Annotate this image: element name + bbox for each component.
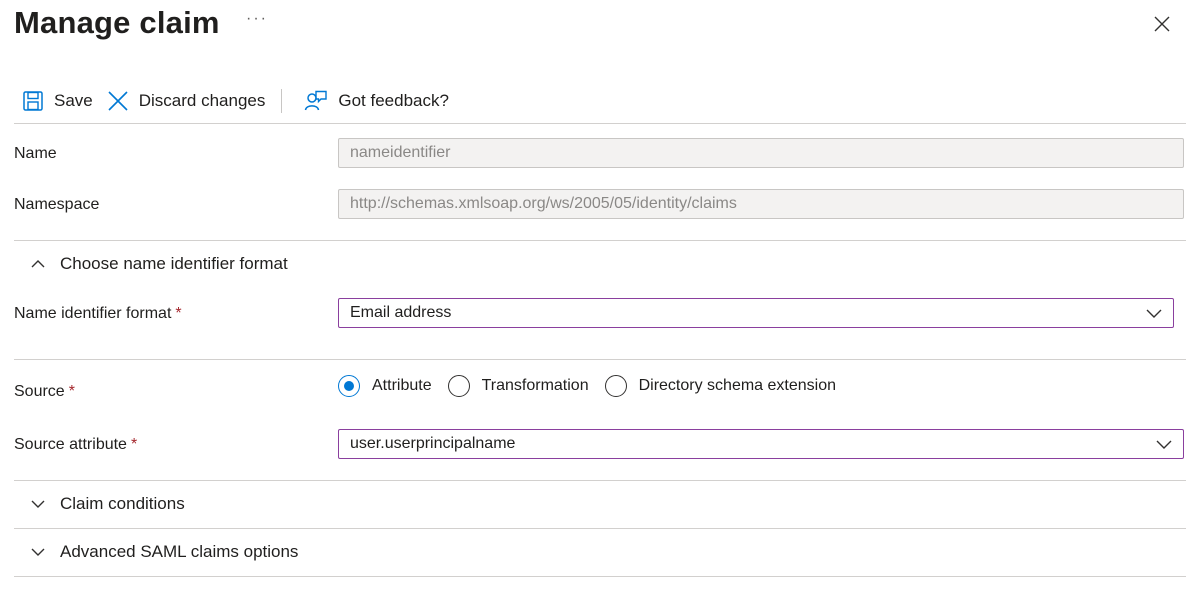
source-radio-directory-schema-extension[interactable]: Directory schema extension	[604, 375, 837, 397]
claim-conditions-section-toggle[interactable]: Claim conditions	[30, 494, 185, 514]
required-mark: *	[175, 305, 182, 322]
divider	[14, 480, 1186, 481]
radio-label: Directory schema extension	[638, 377, 837, 394]
name-label: Name	[14, 145, 57, 162]
page-title: Manage claim	[14, 5, 220, 40]
panel-header: Manage claim ···	[14, 0, 1186, 56]
save-button[interactable]: Save	[14, 84, 99, 118]
radio-unchecked-icon	[447, 375, 470, 397]
name-identifier-format-section-toggle[interactable]: Choose name identifier format	[30, 254, 288, 274]
chevron-down-icon	[31, 500, 45, 508]
divider	[14, 123, 1186, 124]
required-mark: *	[130, 436, 138, 453]
label-text: Source attribute	[14, 436, 127, 453]
source-label: Source *	[14, 383, 75, 401]
discard-changes-button[interactable]: Discard changes	[99, 84, 272, 118]
section-label: Claim conditions	[60, 494, 185, 513]
chevron-down-icon	[1156, 440, 1172, 449]
command-bar: Save Discard changes Got feedback?	[14, 84, 1186, 118]
label-text: Source	[14, 383, 65, 400]
divider	[14, 528, 1186, 529]
more-options-button[interactable]: ···	[246, 10, 268, 28]
name-identifier-format-label: Name identifier format *	[14, 305, 182, 323]
selected-value: Email address	[350, 304, 452, 321]
source-radio-attribute[interactable]: Attribute	[338, 375, 432, 397]
chevron-up-icon	[31, 260, 45, 268]
divider	[14, 359, 1186, 360]
radio-checked-icon	[338, 375, 360, 397]
label-text: Name identifier format	[14, 305, 172, 322]
toolbar-separator	[281, 89, 283, 113]
chevron-down-icon	[31, 548, 45, 556]
source-radio-group: Attribute Transformation Directory schem…	[338, 375, 852, 397]
save-label: Save	[54, 91, 93, 110]
feedback-label: Got feedback?	[338, 91, 449, 110]
name-identifier-format-dropdown[interactable]: Email address	[338, 298, 1174, 328]
feedback-button[interactable]: Got feedback?	[296, 84, 455, 118]
discard-icon	[108, 91, 128, 111]
source-attribute-label: Source attribute *	[14, 436, 137, 454]
save-icon	[23, 91, 43, 111]
chevron-down-icon	[1146, 309, 1162, 318]
divider	[14, 576, 1186, 577]
advanced-saml-section-toggle[interactable]: Advanced SAML claims options	[30, 542, 298, 562]
namespace-field: http://schemas.xmlsoap.org/ws/2005/05/id…	[338, 189, 1184, 219]
source-attribute-dropdown[interactable]: user.userprincipalname	[338, 429, 1184, 459]
close-icon[interactable]	[1152, 14, 1172, 34]
radio-unchecked-icon	[604, 375, 627, 397]
name-field: nameidentifier	[338, 138, 1184, 168]
section-label: Choose name identifier format	[60, 254, 288, 273]
radio-label: Transformation	[481, 377, 589, 394]
divider	[14, 240, 1186, 241]
discard-label: Discard changes	[138, 91, 266, 110]
required-mark: *	[68, 383, 75, 400]
radio-label: Attribute	[372, 377, 432, 394]
namespace-label: Namespace	[14, 196, 100, 213]
selected-value: user.userprincipalname	[350, 435, 516, 452]
feedback-icon	[305, 90, 328, 111]
source-radio-transformation[interactable]: Transformation	[447, 375, 589, 397]
section-label: Advanced SAML claims options	[60, 542, 299, 561]
